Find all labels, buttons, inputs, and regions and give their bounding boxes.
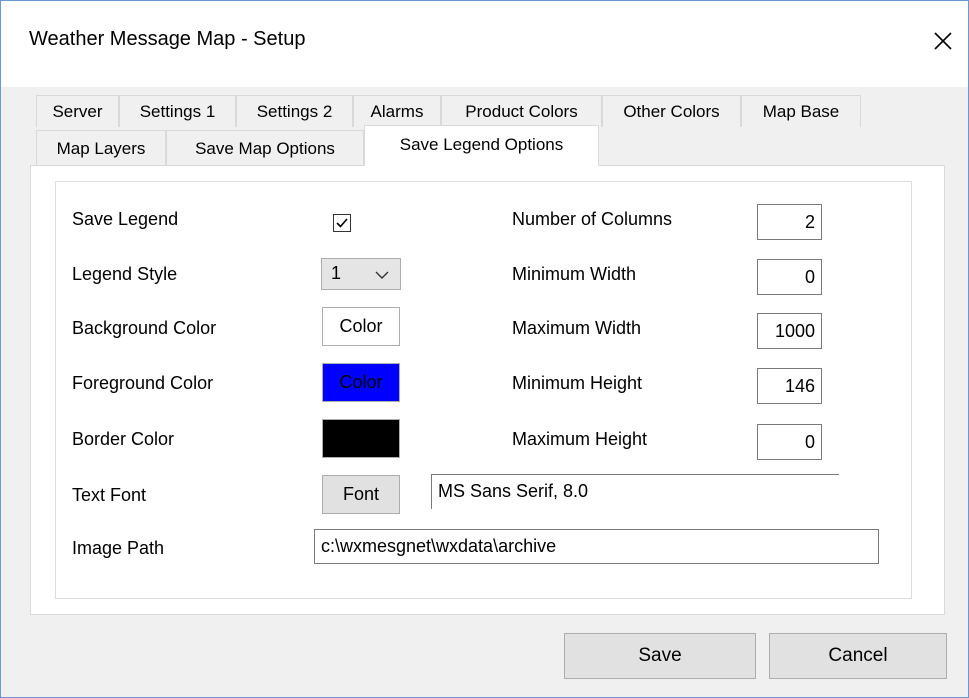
maximum-width-label: Maximum Width — [512, 318, 642, 338]
minimum-width-input[interactable]: 0 — [757, 259, 822, 295]
image-path-input[interactable]: c:\wxmesgnet\wxdata\archive — [314, 529, 879, 564]
tab-other-colors[interactable]: Other Colors — [602, 95, 741, 127]
number-of-columns-label: Number of Columns — [512, 209, 673, 229]
border-color-button[interactable] — [322, 419, 400, 458]
tab-save-legend-options[interactable]: Save Legend Options — [364, 125, 599, 166]
tab-settings-2[interactable]: Settings 2 — [236, 95, 353, 127]
background-color-button[interactable]: Color — [322, 307, 400, 346]
legend-style-value: 1 — [331, 263, 342, 283]
tab-settings-1[interactable]: Settings 1 — [119, 95, 236, 127]
text-font-label: Text Font — [72, 485, 147, 505]
tab-alarms[interactable]: Alarms — [353, 95, 441, 127]
font-button[interactable]: Font — [322, 475, 400, 514]
setup-dialog: Weather Message Map - Setup Server Setti… — [0, 0, 969, 698]
window-title: Weather Message Map - Setup — [29, 28, 306, 50]
close-icon — [934, 32, 952, 50]
foreground-color-label: Foreground Color — [72, 373, 214, 393]
tab-panel-save-legend-options: Save Legend Legend Style 1 Background Co… — [30, 165, 945, 615]
background-color-label: Background Color — [72, 318, 217, 338]
text-font-display: MS Sans Serif, 8.0 — [431, 474, 839, 509]
tab-save-map-options[interactable]: Save Map Options — [166, 130, 364, 166]
number-of-columns-input[interactable]: 2 — [757, 204, 822, 240]
tab-map-layers[interactable]: Map Layers — [36, 130, 166, 166]
tab-product-colors[interactable]: Product Colors — [441, 95, 602, 127]
image-path-label: Image Path — [72, 538, 165, 558]
maximum-width-input[interactable]: 1000 — [757, 313, 822, 349]
save-button[interactable]: Save — [564, 633, 756, 679]
border-color-label: Border Color — [72, 429, 175, 449]
legend-options-group: Save Legend Legend Style 1 Background Co… — [55, 181, 912, 599]
maximum-height-input[interactable]: 0 — [757, 424, 822, 460]
maximum-height-label: Maximum Height — [512, 429, 648, 449]
minimum-height-input[interactable]: 146 — [757, 368, 822, 404]
legend-style-select[interactable]: 1 — [321, 258, 401, 290]
save-legend-checkbox[interactable] — [333, 214, 351, 232]
minimum-width-label: Minimum Width — [512, 264, 637, 284]
cancel-button[interactable]: Cancel — [769, 633, 947, 679]
chevron-down-icon — [375, 271, 389, 279]
foreground-color-button[interactable]: Color — [322, 363, 400, 402]
minimum-height-label: Minimum Height — [512, 373, 643, 393]
tab-server[interactable]: Server — [36, 95, 119, 127]
title-bar: Weather Message Map - Setup — [1, 1, 968, 87]
tab-map-base[interactable]: Map Base — [741, 95, 861, 127]
save-legend-label: Save Legend — [72, 209, 179, 229]
legend-style-label: Legend Style — [72, 264, 178, 284]
checkmark-icon — [336, 218, 348, 228]
close-button[interactable] — [923, 21, 963, 61]
